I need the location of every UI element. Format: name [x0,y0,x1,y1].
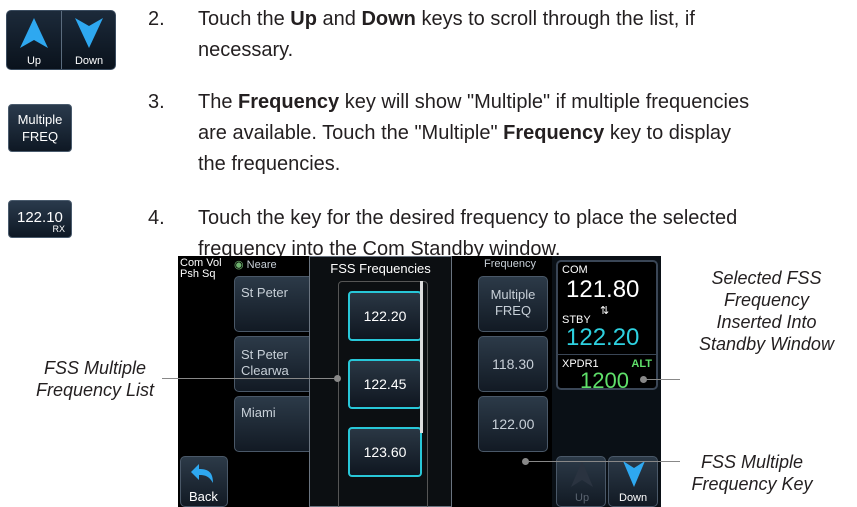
annotation-line: FSS Multiple [700,452,804,472]
down-button[interactable]: Down [608,456,658,507]
up-arrow-icon [20,18,48,48]
frequency-tab-label: Frequency [484,258,536,270]
leader-dot [640,376,647,383]
rx-tag: RX [52,224,65,234]
nearest-tab-label: Neare [246,259,277,271]
back-label: Back [189,489,218,504]
com-window[interactable]: COM 121.80 ⇅ STBY 122.20 XPDR1 ALT 1200 [556,260,658,393]
popup-title: FSS Frequencies [330,261,431,276]
annotation-line: Standby Window [699,334,834,354]
step-bold: Frequency [238,91,340,113]
step-text: Touch the key for the desired frequency … [198,207,738,229]
popup-scrollbar[interactable] [420,281,423,433]
step-text: keys to scroll through the list, if [415,8,695,30]
step-text: necessary. [198,39,294,61]
step-text: key to display [604,122,732,144]
step-text: and [316,8,362,30]
up-key-label: Up [26,55,42,67]
annotation-line: Frequency List [35,380,155,400]
step-text: key will show "Multiple" if multiple fre… [339,91,750,113]
down-key-label: Down [74,55,104,67]
list-item-name: St Peter [241,347,288,362]
annotation-line: Selected FSS [711,268,822,288]
com-standby-frequency: 122.20 [566,324,640,351]
freq-cell-line1: Multiple [490,287,536,302]
com-label: COM [562,264,588,276]
back-button[interactable]: Back [180,456,228,507]
divider [558,354,656,355]
freq-cell[interactable]: 118.30 [478,336,548,392]
step-number: 2. [148,8,165,30]
popup-freq-value: 123.60 [363,444,407,460]
nearest-tab: ◉ Neare [234,258,277,271]
annotation-line: Frequency [723,290,810,310]
com-vol-label[interactable]: Com Vol Psh Sq [180,258,222,280]
step-text: The [198,91,239,113]
annotation-line: Frequency Key [691,474,813,494]
step-2: 2. Touch the Up and Down keys to scroll t… [148,4,695,66]
list-item-name: Miami [241,405,276,420]
freq-cell-line2: FREQ [494,303,532,318]
freq-cell-value: 118.30 [492,356,534,372]
step-text: Touch the [198,8,291,30]
step-bold: Frequency [503,122,605,144]
fss-frequencies-popup: FSS Frequencies 122.20 122.45 123.60 [309,256,452,507]
nearest-fss-screen: Com Vol Psh Sq ◉ Neare St Peter St Peter… [178,256,661,507]
up-key[interactable]: Up [7,11,62,69]
popup-freq-button[interactable]: 122.45 [348,359,422,409]
multiple-freq-key-line1: Multiple [17,112,63,127]
list-item-name: St Peter [241,285,288,300]
leader-line [162,378,337,379]
com-active-frequency: 121.80 [566,276,640,303]
swap-arrow-icon: ⇅ [600,305,610,317]
up-button-label: Up [575,492,590,504]
rx-frequency-key[interactable]: 122.10 RX [8,200,72,238]
squawk-code: 1200 [580,368,629,393]
freq-cell[interactable]: 122.00 [478,396,548,452]
multiple-freq-cell[interactable]: Multiple FREQ [478,276,548,332]
psh-sq-text: Psh Sq [180,268,216,280]
popup-freq-button[interactable]: 122.20 [348,291,422,341]
down-key[interactable]: Down [62,11,116,69]
step-text: the frequencies. [198,153,341,175]
freq-cell-value: 122.00 [491,416,535,432]
popup-freq-value: 122.20 [363,308,407,324]
step-3: 3. The Frequency key will show "Multiple"… [148,87,749,180]
step-number: 3. [148,91,165,113]
leader-dot [522,458,529,465]
down-arrow-icon [623,461,645,487]
step-number: 4. [148,207,165,229]
alt-mode-label: ALT [631,358,652,370]
step-bold: Up [290,8,317,30]
nearest-icon: ◉ [234,259,244,271]
multiple-freq-key[interactable]: Multiple FREQ [8,104,72,152]
step-bold: Down [361,8,416,30]
up-button[interactable]: Up [556,456,606,507]
down-arrow-icon [75,18,103,48]
popup-freq-value: 122.45 [363,376,407,392]
annotation-line: FSS Multiple [43,358,147,378]
annotation-frequency-list: FSS Multiple Frequency List [20,357,170,401]
popup-freq-button[interactable]: 123.60 [348,427,422,477]
annotation-frequency-key: FSS Multiple Frequency Key [672,451,832,495]
annotation-line: Inserted Into [716,312,817,332]
leader-line [644,379,680,380]
up-down-keys[interactable]: Up Down [6,10,116,70]
step-text: are available. Touch the "Multiple" [198,122,504,144]
up-arrow-icon [571,461,593,487]
down-button-label: Down [619,492,648,504]
annotation-standby: Selected FSS Frequency Inserted Into Sta… [676,267,857,355]
list-item-name-line2: Clearwa [241,363,289,378]
multiple-freq-key-line2: FREQ [21,129,59,144]
leader-line [525,461,680,462]
back-arrow-icon [191,464,213,483]
leader-dot [334,375,341,382]
